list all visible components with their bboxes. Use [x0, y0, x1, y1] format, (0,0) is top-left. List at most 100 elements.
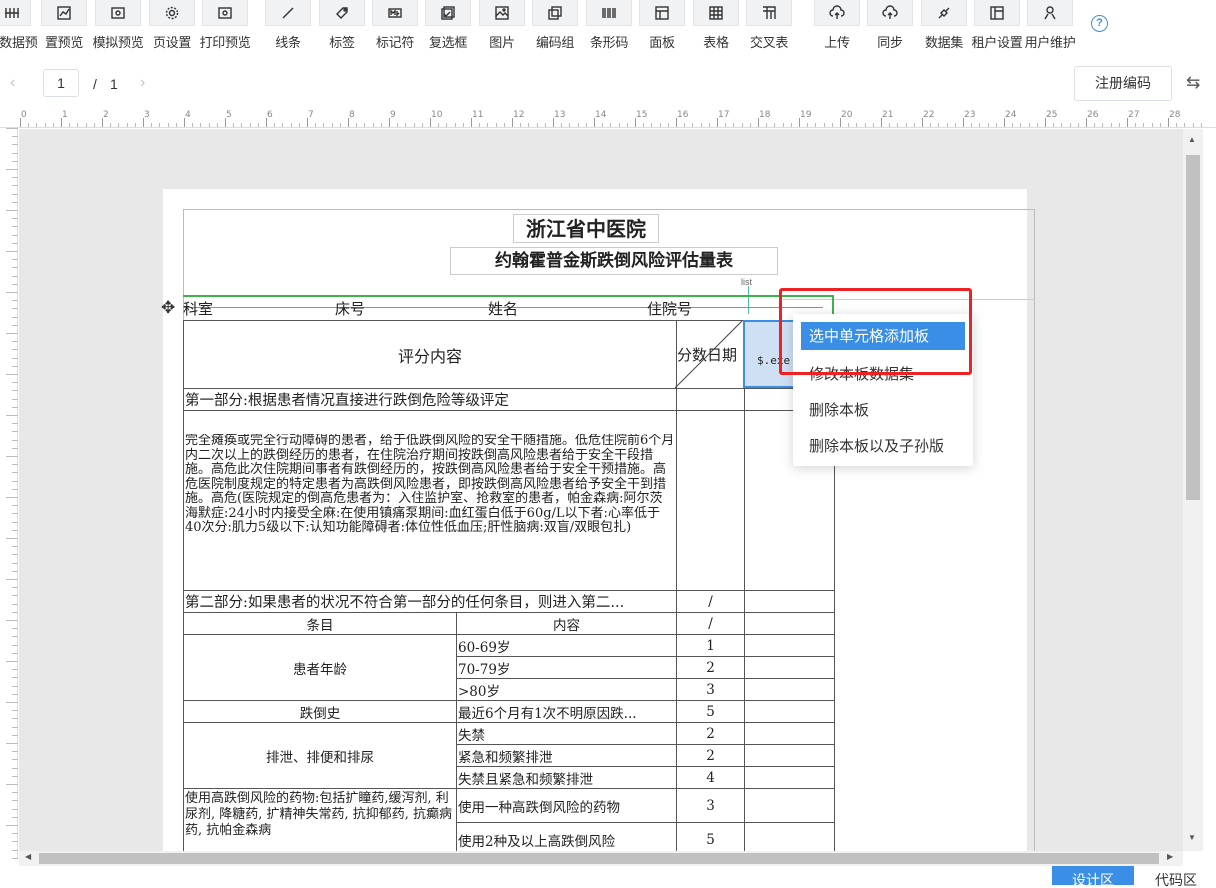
- tool-upload[interactable]: 上传: [813, 0, 861, 52]
- tool-page-settings[interactable]: 页设置: [148, 0, 196, 52]
- field-admission-no[interactable]: 住院号: [647, 299, 692, 320]
- table-cell[interactable]: [744, 744, 835, 767]
- tab-code[interactable]: 代码区: [1136, 866, 1216, 887]
- tool-marker[interactable]: 标记符: [371, 0, 419, 52]
- ruler-tick: 9: [390, 110, 396, 120]
- table-cell[interactable]: [744, 766, 835, 789]
- register-code-button[interactable]: 注册编码: [1074, 66, 1172, 101]
- assessment-table: 评分内容 分数日期 第一部分:根据患者情况直接进行跌倒危险等级评定 完全瘫痪或完…: [183, 320, 835, 851]
- ruler-minor-mark: [913, 123, 915, 127]
- tool-data-preset[interactable]: 置数据预: [0, 0, 38, 52]
- tool-panel[interactable]: 面板: [638, 0, 686, 52]
- table-cell[interactable]: 2: [676, 722, 745, 745]
- tool-line[interactable]: 线条: [264, 0, 312, 52]
- table-cell[interactable]: [744, 788, 835, 823]
- tool-image[interactable]: 图片: [478, 0, 526, 52]
- scroll-right-icon[interactable]: ▶: [1167, 852, 1173, 861]
- part1-detail[interactable]: 完全瘫痪或完全行动障碍的患者，给于低跌倒风险的安全干随措施。低危住院前6个月内二…: [183, 410, 677, 591]
- tool-checkbox[interactable]: 复选框: [424, 0, 472, 52]
- ruler-minor-mark: [413, 123, 415, 127]
- table-row-item[interactable]: 使用高跌倒风险的药物:包括扩瞳药,缓泻剂, 利尿剂, 降糖药, 扩精神失常药, …: [183, 788, 457, 851]
- table-cell[interactable]: 70-79岁: [456, 656, 677, 679]
- help-icon[interactable]: ?: [1091, 15, 1108, 32]
- table-cell[interactable]: 2: [676, 656, 745, 679]
- tool-preview[interactable]: 置预览: [40, 0, 88, 52]
- tool-user-maintenance[interactable]: 用户维护: [1025, 0, 1076, 52]
- table-cell[interactable]: [676, 410, 745, 591]
- scroll-left-icon[interactable]: ◀: [25, 852, 31, 861]
- table-cell[interactable]: [744, 700, 835, 723]
- field-bed[interactable]: 床号: [335, 299, 365, 320]
- table-cell[interactable]: 使用一种高跌倒风险的药物: [456, 788, 677, 823]
- tab-design[interactable]: 设计区: [1052, 866, 1134, 887]
- part1-row[interactable]: 第一部分:根据患者情况直接进行跌倒危险等级评定: [183, 388, 677, 411]
- field-name[interactable]: 姓名: [488, 299, 518, 320]
- table-cell[interactable]: 5: [676, 700, 745, 723]
- menu-item-edit-dataset[interactable]: 修改本板数据集: [801, 360, 965, 388]
- col-detail-header[interactable]: 内容: [456, 612, 677, 635]
- tool-crosstab[interactable]: 交叉表: [745, 0, 793, 52]
- tool-code-group[interactable]: 编码组: [531, 0, 579, 52]
- menu-item-delete-panel-descendants[interactable]: 删除本板以及子孙版: [801, 432, 965, 460]
- table-cell[interactable]: 最近6个月有1次不明原因跌...: [456, 700, 677, 723]
- table-cell[interactable]: [744, 656, 835, 679]
- menu-item-add-panel[interactable]: 选中单元格添加板: [801, 322, 965, 350]
- scroll-up-icon[interactable]: ▲: [1188, 135, 1196, 144]
- table-cell[interactable]: 3: [676, 788, 745, 823]
- table-cell[interactable]: [744, 678, 835, 701]
- tool-dataset[interactable]: 数据集: [920, 0, 968, 52]
- col-content-header[interactable]: 评分内容: [183, 320, 677, 389]
- col-item-header[interactable]: 条目: [183, 612, 457, 635]
- page-number-input[interactable]: 1: [43, 69, 79, 97]
- tool-label[interactable]: 标签: [318, 0, 366, 52]
- swap-icon[interactable]: ⇆: [1186, 73, 1200, 93]
- table-row-item[interactable]: 跌倒史: [183, 700, 457, 723]
- table-row-item[interactable]: 患者年龄: [183, 634, 457, 701]
- ruler-mark: [430, 118, 431, 127]
- field-department[interactable]: 科室: [183, 299, 213, 320]
- tool-barcode[interactable]: 条形码: [585, 0, 633, 52]
- table-row-item[interactable]: 排泄、排便和排尿: [183, 722, 457, 789]
- table-cell[interactable]: 紧急和频繁排泄: [456, 744, 677, 767]
- table-cell[interactable]: 5: [676, 822, 745, 851]
- ruler-minor-mark: [12, 513, 18, 515]
- part2-row[interactable]: 第二部分:如果患者的状况不符合第一部分的任何条目，则进入第二...: [183, 590, 677, 613]
- table-cell[interactable]: 60-69岁: [456, 634, 677, 657]
- table-cell[interactable]: [744, 722, 835, 745]
- vertical-scroll-thumb[interactable]: [1186, 155, 1200, 500]
- report-page[interactable]: 浙江省中医院 约翰霍普金斯跌倒风险评估量表 list ✥ 科室 床号 姓名 住院…: [161, 189, 1035, 851]
- tool-tenant-settings[interactable]: 租户设置: [972, 0, 1023, 52]
- horizontal-scroll-thumb[interactable]: [39, 853, 1159, 864]
- table-cell[interactable]: 1: [676, 634, 745, 657]
- table-cell[interactable]: 2: [676, 744, 745, 767]
- ruler-minor-mark: [12, 439, 18, 441]
- form-title[interactable]: 约翰霍普金斯跌倒风险评估量表: [450, 247, 778, 275]
- move-handle-icon[interactable]: ✥: [161, 298, 175, 318]
- design-canvas[interactable]: 浙江省中医院 约翰霍普金斯跌倒风险评估量表 list ✥ 科室 床号 姓名 住院…: [19, 129, 1183, 851]
- hospital-name[interactable]: 浙江省中医院: [513, 214, 659, 243]
- horizontal-scrollbar[interactable]: ◀ ▶: [19, 851, 1183, 866]
- table-cell[interactable]: [744, 634, 835, 657]
- tool-simulate-preview[interactable]: 模拟预览: [93, 0, 144, 52]
- table-cell[interactable]: [744, 822, 835, 851]
- table-cell[interactable]: 失禁且紧急和频繁排泄: [456, 766, 677, 789]
- table-cell[interactable]: 使用2种及以上高跌倒风险: [456, 822, 677, 851]
- table-cell[interactable]: 4: [676, 766, 745, 789]
- prev-page-button[interactable]: ‹: [10, 74, 15, 92]
- tool-sync[interactable]: 同步: [866, 0, 914, 52]
- table-cell[interactable]: /: [676, 612, 745, 635]
- col-score-date-header[interactable]: 分数日期: [676, 320, 745, 389]
- table-cell[interactable]: /: [676, 590, 745, 613]
- tool-print-preview[interactable]: 打印预览: [200, 0, 251, 52]
- vertical-scrollbar[interactable]: ▲ ▼: [1183, 129, 1203, 851]
- table-cell[interactable]: >80岁: [456, 678, 677, 701]
- table-cell[interactable]: 失禁: [456, 722, 677, 745]
- table-cell[interactable]: 3: [676, 678, 745, 701]
- table-cell[interactable]: [744, 612, 835, 635]
- table-cell[interactable]: [676, 388, 745, 411]
- menu-item-delete-panel[interactable]: 删除本板: [801, 396, 965, 424]
- table-cell[interactable]: [744, 590, 835, 613]
- scroll-down-icon[interactable]: ▼: [1188, 833, 1196, 842]
- next-page-button[interactable]: ›: [140, 74, 145, 92]
- tool-table[interactable]: 表格: [692, 0, 740, 52]
